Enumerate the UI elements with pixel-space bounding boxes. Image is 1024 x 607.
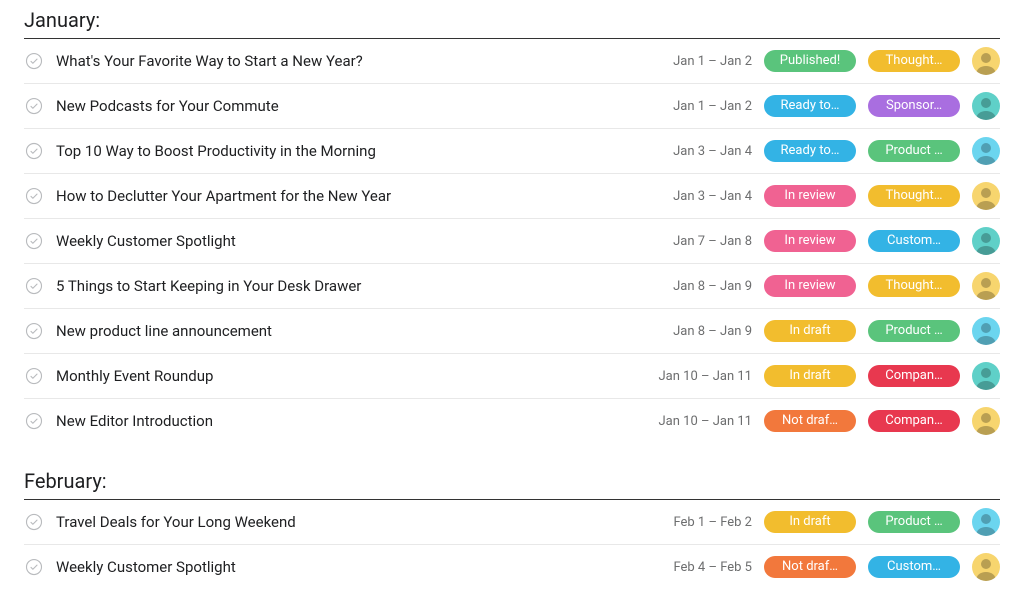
status-pill[interactable]: Published!: [764, 50, 856, 72]
task-title[interactable]: Travel Deals for Your Long Weekend: [56, 513, 630, 531]
task-title[interactable]: Weekly Customer Spotlight: [56, 232, 630, 250]
task-title[interactable]: Top 10 Way to Boost Productivity in the …: [56, 142, 630, 160]
category-pill[interactable]: Thought…: [868, 50, 960, 72]
category-pill[interactable]: Compan…: [868, 365, 960, 387]
complete-checkbox[interactable]: [24, 411, 44, 431]
task-date-range: Jan 10 – Jan 11: [642, 369, 752, 384]
status-pill[interactable]: In draft: [764, 511, 856, 533]
complete-checkbox[interactable]: [24, 276, 44, 296]
complete-checkbox[interactable]: [24, 231, 44, 251]
task-title[interactable]: New Editor Introduction: [56, 412, 630, 430]
task-date-range: Jan 8 – Jan 9: [642, 324, 752, 339]
category-pill[interactable]: Product …: [868, 320, 960, 342]
complete-checkbox[interactable]: [24, 186, 44, 206]
task-date-range: Jan 3 – Jan 4: [642, 189, 752, 204]
section-title: February:: [24, 461, 1000, 500]
category-pill[interactable]: Sponsor…: [868, 95, 960, 117]
assignee-avatar[interactable]: [972, 362, 1000, 390]
category-pill[interactable]: Custom…: [868, 230, 960, 252]
task-row[interactable]: Weekly Customer Spotlight Feb 4 – Feb 5 No…: [24, 545, 1000, 589]
task-row[interactable]: Weekly Customer Spotlight Jan 7 – Jan 8 In…: [24, 219, 1000, 264]
status-pill[interactable]: Ready to…: [764, 140, 856, 162]
task-date-range: Jan 10 – Jan 11: [642, 414, 752, 429]
status-pill[interactable]: Not draf…: [764, 410, 856, 432]
task-row[interactable]: New Editor Introduction Jan 10 – Jan 11 No…: [24, 399, 1000, 443]
task-row[interactable]: Travel Deals for Your Long Weekend Feb 1 …: [24, 500, 1000, 545]
task-row[interactable]: New product line announcement Jan 8 – Jan…: [24, 309, 1000, 354]
task-row[interactable]: Monthly Event Roundup Jan 10 – Jan 11 In d…: [24, 354, 1000, 399]
task-date-range: Jan 7 – Jan 8: [642, 234, 752, 249]
task-row[interactable]: How to Declutter Your Apartment for the …: [24, 174, 1000, 219]
complete-checkbox[interactable]: [24, 96, 44, 116]
assignee-avatar[interactable]: [972, 272, 1000, 300]
task-row[interactable]: New Podcasts for Your Commute Jan 1 – Jan…: [24, 84, 1000, 129]
assignee-avatar[interactable]: [972, 407, 1000, 435]
status-pill[interactable]: Not draf…: [764, 556, 856, 578]
assignee-avatar[interactable]: [972, 47, 1000, 75]
assignee-avatar[interactable]: [972, 182, 1000, 210]
task-date-range: Jan 1 – Jan 2: [642, 54, 752, 69]
category-pill[interactable]: Product …: [868, 511, 960, 533]
complete-checkbox[interactable]: [24, 141, 44, 161]
task-list: Travel Deals for Your Long Weekend Feb 1 …: [24, 500, 1000, 589]
category-pill[interactable]: Thought…: [868, 275, 960, 297]
task-title[interactable]: How to Declutter Your Apartment for the …: [56, 187, 630, 205]
task-date-range: Feb 1 – Feb 2: [642, 515, 752, 530]
category-pill[interactable]: Thought…: [868, 185, 960, 207]
task-date-range: Jan 3 – Jan 4: [642, 144, 752, 159]
status-pill[interactable]: In review: [764, 185, 856, 207]
complete-checkbox[interactable]: [24, 321, 44, 341]
assignee-avatar[interactable]: [972, 137, 1000, 165]
task-title[interactable]: New Podcasts for Your Commute: [56, 97, 630, 115]
task-title[interactable]: 5 Things to Start Keeping in Your Desk D…: [56, 277, 630, 295]
assignee-avatar[interactable]: [972, 317, 1000, 345]
complete-checkbox[interactable]: [24, 512, 44, 532]
assignee-avatar[interactable]: [972, 508, 1000, 536]
section-title: January:: [24, 0, 1000, 39]
assignee-avatar[interactable]: [972, 92, 1000, 120]
status-pill[interactable]: In review: [764, 230, 856, 252]
task-date-range: Jan 1 – Jan 2: [642, 99, 752, 114]
assignee-avatar[interactable]: [972, 553, 1000, 581]
category-pill[interactable]: Custom…: [868, 556, 960, 578]
status-pill[interactable]: In draft: [764, 320, 856, 342]
task-date-range: Feb 4 – Feb 5: [642, 560, 752, 575]
complete-checkbox[interactable]: [24, 366, 44, 386]
category-pill[interactable]: Product …: [868, 140, 960, 162]
complete-checkbox[interactable]: [24, 557, 44, 577]
task-list: What's Your Favorite Way to Start a New …: [24, 39, 1000, 443]
task-row[interactable]: What's Your Favorite Way to Start a New …: [24, 39, 1000, 84]
assignee-avatar[interactable]: [972, 227, 1000, 255]
task-date-range: Jan 8 – Jan 9: [642, 279, 752, 294]
status-pill[interactable]: Ready to…: [764, 95, 856, 117]
task-row[interactable]: 5 Things to Start Keeping in Your Desk D…: [24, 264, 1000, 309]
task-title[interactable]: Weekly Customer Spotlight: [56, 558, 630, 576]
task-title[interactable]: New product line announcement: [56, 322, 630, 340]
task-title[interactable]: What's Your Favorite Way to Start a New …: [56, 52, 630, 70]
status-pill[interactable]: In draft: [764, 365, 856, 387]
task-row[interactable]: Top 10 Way to Boost Productivity in the …: [24, 129, 1000, 174]
status-pill[interactable]: In review: [764, 275, 856, 297]
complete-checkbox[interactable]: [24, 51, 44, 71]
category-pill[interactable]: Compan…: [868, 410, 960, 432]
task-title[interactable]: Monthly Event Roundup: [56, 367, 630, 385]
